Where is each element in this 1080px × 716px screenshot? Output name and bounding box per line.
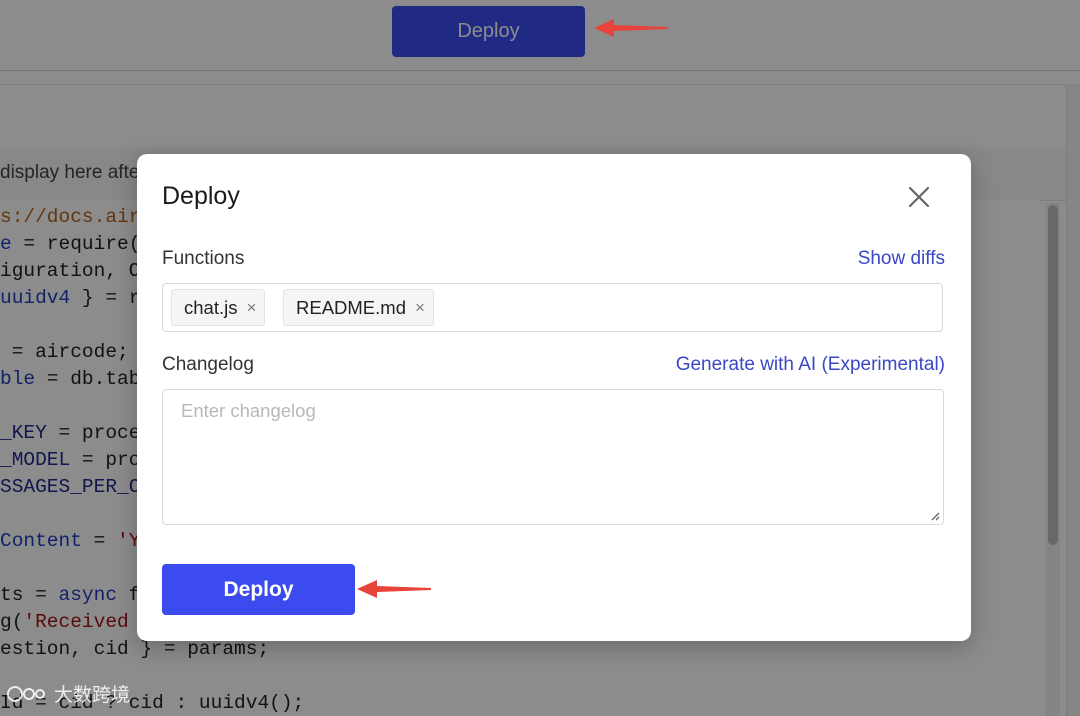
dialog-title: Deploy — [162, 182, 240, 210]
red-arrow-icon — [357, 580, 431, 598]
functions-select[interactable]: chat.js × README.md × — [162, 283, 943, 332]
function-tag-label: chat.js — [184, 296, 238, 318]
deploy-dialog: Deploy Functions Show diffs chat.js × RE… — [137, 154, 971, 641]
screen: Deploy display here afte s://docs.air e =… — [0, 0, 1080, 716]
deploy-button[interactable]: Deploy — [162, 564, 355, 615]
close-icon[interactable] — [907, 185, 931, 209]
changelog-label: Changelog — [162, 354, 254, 375]
red-arrow-icon — [594, 19, 668, 37]
watermark-text: 大数跨境 — [54, 685, 131, 706]
function-tag: README.md × — [283, 289, 434, 326]
functions-label: Functions — [162, 248, 245, 269]
watermark: 大数跨境 — [6, 680, 130, 707]
resize-grip-icon[interactable] — [930, 511, 940, 521]
changelog-input[interactable] — [162, 389, 944, 525]
show-diffs-link[interactable]: Show diffs — [858, 248, 945, 270]
watermark-logo-icon — [7, 685, 45, 702]
generate-with-ai-link[interactable]: Generate with AI (Experimental) — [676, 354, 945, 376]
function-tag-label: README.md — [296, 296, 406, 318]
x-icon[interactable]: × — [415, 299, 425, 316]
x-icon[interactable]: × — [246, 299, 256, 316]
function-tag: chat.js × — [171, 289, 266, 326]
